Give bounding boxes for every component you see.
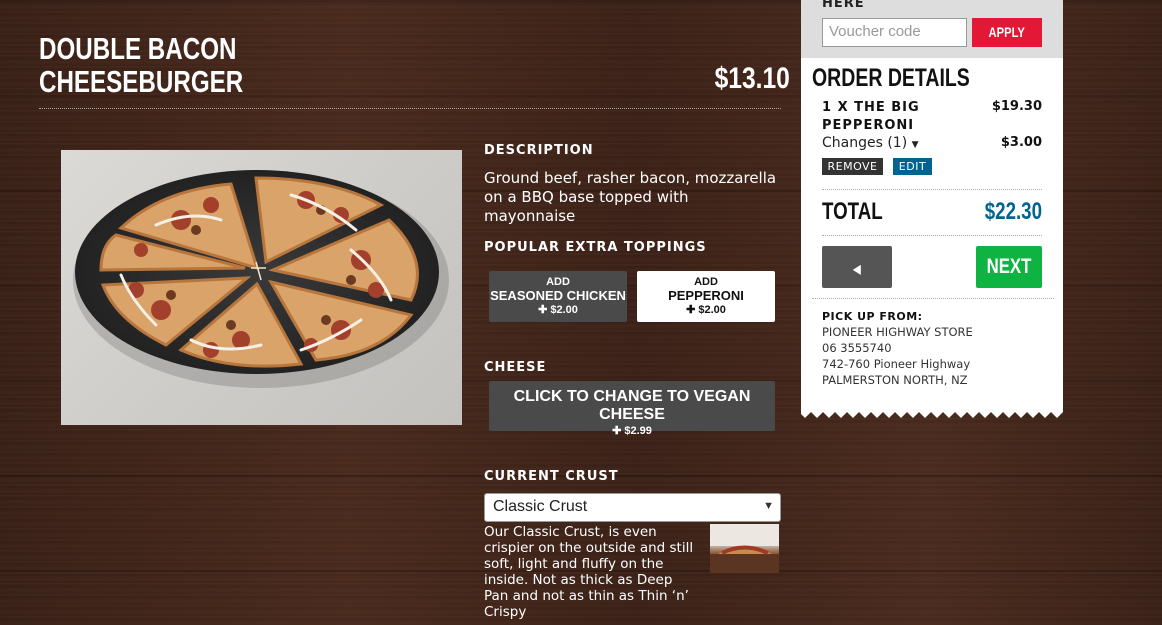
crust-description: Our Classic Crust, is even crispier on t… xyxy=(484,524,694,620)
topping-price: ✚ $2.00 xyxy=(538,304,578,316)
topping-name: SEASONED CHICKEN xyxy=(490,288,626,303)
topping-price: ✚ $2.00 xyxy=(686,304,726,316)
caret-down-icon: ▼ xyxy=(911,140,919,150)
add-seasoned-chicken-button[interactable]: ADD SEASONED CHICKEN ✚ $2.00 xyxy=(489,271,627,322)
changes-toggle[interactable]: Changes (1) ▼ xyxy=(822,135,919,151)
next-button[interactable]: NEXT ▶ xyxy=(976,246,1042,318)
crust-thumbnail-illustration xyxy=(710,524,779,573)
crust-label: CURRENT CRUST xyxy=(484,469,619,484)
vegan-cheese-button-price: ✚ $2.99 xyxy=(612,425,652,437)
topping-name: PEPPERONI xyxy=(668,288,744,303)
pickup-divider xyxy=(812,298,1054,299)
vegan-cheese-button[interactable]: CLICK TO CHANGE TO VEGAN CHEESE ✚ $2.99 xyxy=(489,381,775,437)
chevron-down-icon: ▼ xyxy=(763,500,774,512)
order-item-name: 1 X THE BIG PEPPERONI xyxy=(822,100,920,133)
pizza-image xyxy=(61,150,462,425)
voucher-code-input[interactable]: Voucher code xyxy=(822,18,967,47)
product-title: DOUBLE BACON CHEESEBURGER xyxy=(39,32,243,98)
description-label: DESCRIPTION xyxy=(484,143,594,158)
pizza-illustration xyxy=(73,170,449,388)
total-divider xyxy=(822,235,1042,236)
total-value: $22.30 xyxy=(984,198,1042,225)
apply-label: APPLY xyxy=(988,24,1026,40)
changes-price: $3.00 xyxy=(1000,135,1042,150)
receipt-edge xyxy=(801,408,1063,418)
chevron-right-icon: ▶ xyxy=(1005,304,1013,318)
add-pepperoni-button[interactable]: ADD PEPPERONI ✚ $2.00 xyxy=(637,271,775,322)
order-divider xyxy=(822,189,1042,190)
pickup-label: PICK UP FROM: xyxy=(822,310,923,323)
chevron-left-icon: ◀ xyxy=(853,262,861,276)
crust-select-value: Classic Crust xyxy=(493,498,588,515)
pickup-phone: 06 3555740 xyxy=(822,341,892,355)
edit-item-button[interactable]: EDIT xyxy=(893,158,932,175)
order-item-price: $19.30 xyxy=(991,99,1042,114)
changes-label: Changes (1) xyxy=(822,135,908,151)
add-label: ADD xyxy=(694,276,718,288)
total-label: TOTAL xyxy=(822,198,883,225)
crust-select[interactable]: Classic Crust ▼ xyxy=(484,493,781,522)
next-label: NEXT xyxy=(986,255,1032,278)
extra-toppings-label: POPULAR EXTRA TOPPINGS xyxy=(484,240,707,255)
voucher-label: HERE xyxy=(822,0,865,11)
header-divider xyxy=(39,108,781,109)
product-title-line1: DOUBLE BACON xyxy=(39,31,237,66)
vegan-cheese-button-label: CLICK TO CHANGE TO VEGAN CHEESE xyxy=(513,388,751,423)
voucher-placeholder: Voucher code xyxy=(829,23,921,40)
apply-voucher-button[interactable]: APPLY xyxy=(972,18,1042,47)
order-details-title: ORDER DETAILS xyxy=(812,64,970,92)
back-button[interactable]: ◀ BACK xyxy=(822,246,892,322)
crust-thumbnail xyxy=(710,524,779,573)
pickup-address: 742-760 Pioneer Highway xyxy=(822,357,971,371)
remove-item-button[interactable]: REMOVE xyxy=(822,158,883,175)
pickup-city: PALMERSTON NORTH, NZ xyxy=(822,373,968,387)
pickup-store: PIONEER HIGHWAY STORE xyxy=(822,325,973,339)
description-text: Ground beef, rasher bacon, mozzarella on… xyxy=(484,169,777,225)
product-price: $13.10 xyxy=(714,62,790,95)
cheese-label: CHEESE xyxy=(484,360,547,375)
product-title-line2: CHEESEBURGER xyxy=(39,64,244,99)
add-label: ADD xyxy=(546,276,570,288)
